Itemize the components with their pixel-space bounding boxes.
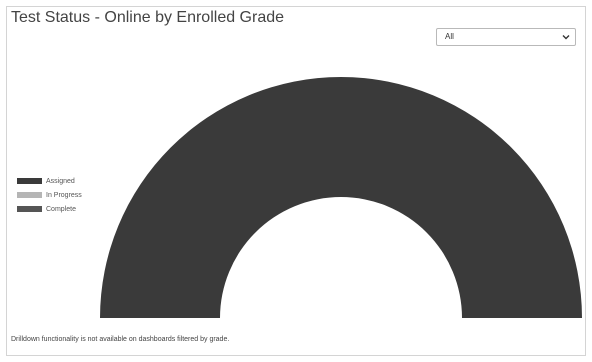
- semicircle-donut-chart: [100, 77, 582, 318]
- drilldown-footnote: Drilldown functionality is not available…: [11, 336, 230, 343]
- slice-assigned[interactable]: [100, 77, 582, 318]
